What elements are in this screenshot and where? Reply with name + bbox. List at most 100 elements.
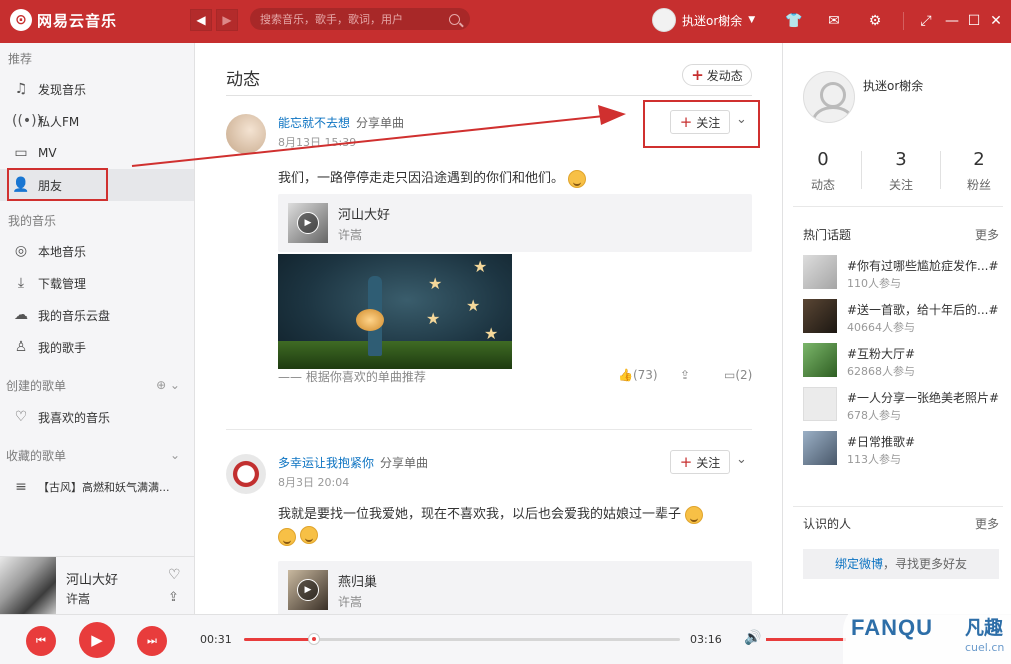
mini-mode-icon[interactable]: ⤢ <box>916 11 936 31</box>
now-playing-artist[interactable]: 许嵩 <box>66 590 90 607</box>
disc-icon: ◎ <box>14 243 28 259</box>
section-title-created[interactable]: 创建的歌单 ⊕ ⌄ <box>0 369 194 401</box>
minimize-icon[interactable]: — <box>942 11 962 31</box>
topic-item[interactable]: #你有过哪些尴尬症发作...# 110人参与 <box>803 255 1003 295</box>
stat-events[interactable]: 0 动态 <box>785 149 861 193</box>
divider <box>903 12 904 30</box>
previous-button[interactable]: ⏮ <box>26 626 56 656</box>
chevron-down-icon[interactable]: ⌄ <box>170 448 180 462</box>
sidebar-item-discover[interactable]: ♫ 发现音乐 <box>0 73 194 105</box>
play-button[interactable]: ▶ <box>79 622 115 658</box>
chevron-down-icon[interactable]: ▼ <box>748 15 755 25</box>
next-button[interactable]: ⏭ <box>137 626 167 656</box>
topic-item[interactable]: #一人分享一张绝美老照片# 678人参与 <box>803 387 1003 427</box>
weibo-link[interactable]: 绑定微博 <box>835 557 883 571</box>
post-username[interactable]: 多幸运让我抱紧你 <box>278 456 374 470</box>
sidebar-item-playlist[interactable]: ≡ 【古风】高燃和妖气满满... <box>0 471 194 503</box>
forward-button[interactable]: ▶ <box>216 9 238 31</box>
plus-icon: + <box>679 453 693 471</box>
profile-name[interactable]: 执迷or榭余 <box>863 77 923 94</box>
now-playing[interactable]: 河山大好 许嵩 ♡ ⇪ <box>0 556 195 615</box>
user-menu[interactable]: 执迷or榭余 ▼ <box>652 8 755 32</box>
topic-item[interactable]: #送一首歌，给十年后的...# 40664人参与 <box>803 299 1003 339</box>
user-avatar[interactable] <box>226 114 266 154</box>
post-image[interactable]: ★ ★ ★ ★ ★ <box>278 254 512 369</box>
stat-label: 关注 <box>888 178 913 192</box>
section-title-label: 创建的歌单 <box>6 378 67 393</box>
add-playlist-icon[interactable]: ⊕ ⌄ <box>156 378 180 392</box>
download-icon: ⤓ <box>17 275 25 291</box>
chevron-down-icon[interactable]: ⌄ <box>736 452 747 467</box>
sidebar-item-singer[interactable]: ♙ 我的歌手 <box>0 331 194 363</box>
sidebar-item-download[interactable]: ⤓ 下载管理 <box>0 267 194 299</box>
close-icon[interactable]: ✕ <box>986 11 1006 31</box>
topic-title: #互粉大厅# <box>847 347 916 361</box>
star-icon: ★ <box>473 257 488 276</box>
share-icon[interactable]: ⇪ <box>680 368 690 382</box>
post-username[interactable]: 能忘就不去想 <box>278 116 350 130</box>
topic-item[interactable]: #日常推歌# 113人参与 <box>803 431 1003 471</box>
back-button[interactable]: ◀ <box>190 9 212 31</box>
sidebar-item-label: 本地音乐 <box>38 244 87 259</box>
volume-slider[interactable] <box>766 638 846 641</box>
progress-knob[interactable] <box>307 633 320 645</box>
profile-avatar[interactable] <box>803 71 855 123</box>
app-logo[interactable]: ⊙ 网易云音乐 <box>10 9 117 31</box>
post-text-content: 我们，一路停停走走只因沿途遇到的你们和他们。 <box>278 171 565 186</box>
song-card[interactable]: ▶ 河山大好 许嵩 <box>278 194 752 252</box>
mail-icon[interactable]: ✉ <box>824 11 844 31</box>
singer-icon: ♙ <box>14 339 28 355</box>
skin-icon[interactable]: 👕 <box>784 11 804 31</box>
share-icon[interactable]: ⇪ <box>168 590 179 605</box>
progress-bar[interactable] <box>244 633 680 645</box>
search-icon[interactable] <box>449 13 460 25</box>
sidebar-item-liked[interactable]: ♡ 我喜欢的音乐 <box>0 401 194 433</box>
grin-emoji-icon <box>685 505 704 524</box>
gear-icon[interactable]: ⚙ <box>865 11 885 31</box>
topic-cover <box>803 343 837 377</box>
comment-icon: ▭ <box>724 368 736 382</box>
more-link[interactable]: 更多 <box>975 515 999 532</box>
section-title-collected[interactable]: 收藏的歌单 ⌄ <box>0 439 194 471</box>
watermark: FANQU 凡趣 cuel.cn <box>843 601 1011 664</box>
post-text: 我们，一路停停走走只因沿途遇到的你们和他们。 <box>278 167 587 188</box>
like-count: (73) <box>632 368 658 382</box>
sidebar-item-mv[interactable]: ▭ MV <box>0 137 194 169</box>
stat-followers[interactable]: 2 粉丝 <box>941 149 1011 193</box>
topic-count: 678人参与 <box>847 409 901 422</box>
user-avatar[interactable] <box>652 8 676 32</box>
sidebar-item-cloud[interactable]: ☁ 我的音乐云盘 <box>0 299 194 331</box>
star-icon: ★ <box>428 274 443 293</box>
like-icon[interactable]: ♡ <box>168 567 181 583</box>
sidebar-item-fm[interactable]: ((•)) 私人FM <box>0 105 194 137</box>
search-input[interactable] <box>260 12 440 26</box>
topic-title: #你有过哪些尴尬症发作...# <box>847 259 999 273</box>
topic-item[interactable]: #互粉大厅# 62868人参与 <box>803 343 1003 383</box>
stat-following[interactable]: 3 关注 <box>863 149 939 193</box>
thumb-up-icon: 👍 <box>618 368 633 382</box>
sidebar-item-local[interactable]: ◎ 本地音乐 <box>0 235 194 267</box>
sidebar: 推荐 ♫ 发现音乐 ((•)) 私人FM ▭ MV 👤 朋友 我的音乐 ◎ 本地音乐 ⤓ 下… <box>0 43 195 556</box>
play-icon[interactable]: ▶ <box>297 579 319 601</box>
user-name[interactable]: 执迷or榭余 <box>682 12 742 29</box>
bind-weibo-button[interactable]: 绑定微博，寻找更多好友 <box>803 549 999 579</box>
user-avatar[interactable] <box>226 454 266 494</box>
volume-icon[interactable]: 🔊 <box>744 630 761 646</box>
maximize-icon[interactable]: ☐ <box>964 11 984 31</box>
topic-title: #送一首歌，给十年后的...# <box>847 303 999 317</box>
star-icon: ★ <box>426 309 441 328</box>
follow-button[interactable]: + 关注 <box>670 450 730 474</box>
play-icon[interactable]: ▶ <box>297 212 319 234</box>
grin-emoji-icon <box>300 525 319 544</box>
search-box[interactable] <box>250 8 470 30</box>
watermark-brand: FANQU <box>851 615 933 640</box>
post-button[interactable]: + 发动态 <box>682 64 752 86</box>
more-link[interactable]: 更多 <box>975 226 999 243</box>
sidebar-item-label: 我喜欢的音乐 <box>38 410 111 425</box>
album-cover[interactable] <box>0 557 56 615</box>
like-button[interactable]: 👍(73) <box>618 368 658 382</box>
post-button-label: 发动态 <box>706 68 743 83</box>
song-card[interactable]: ▶ 燕归巢 许嵩 <box>278 561 752 614</box>
divider <box>793 206 1003 207</box>
comment-button[interactable]: ▭(2) <box>724 368 752 382</box>
